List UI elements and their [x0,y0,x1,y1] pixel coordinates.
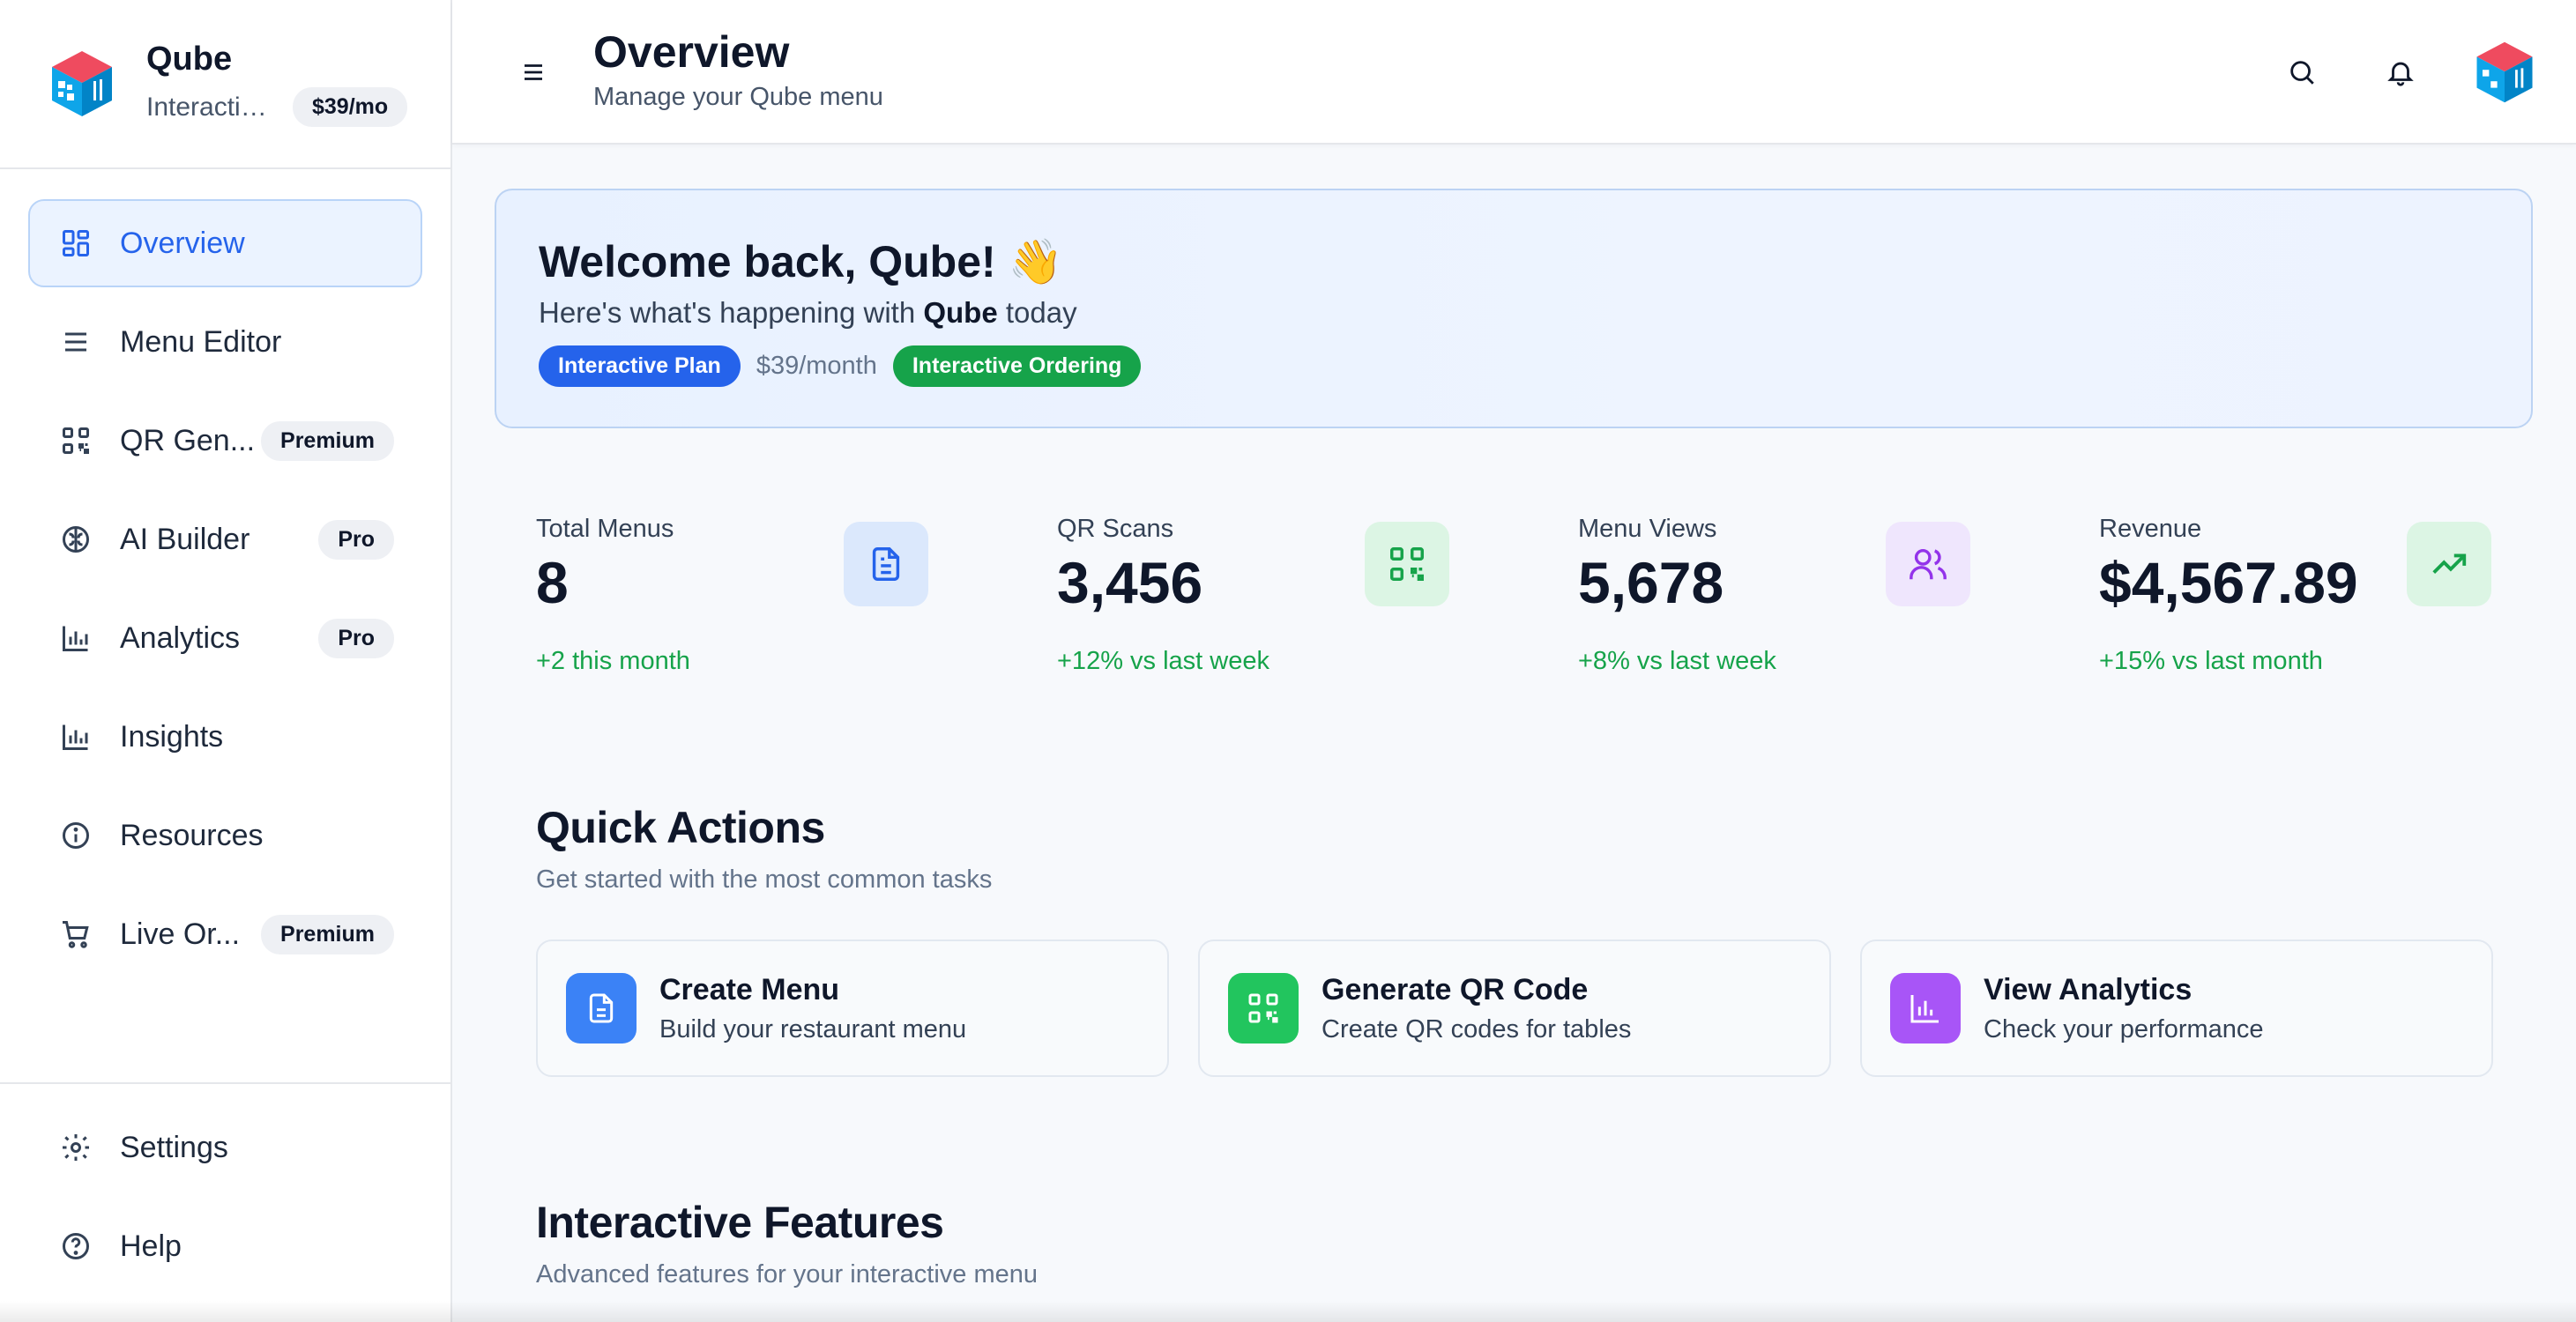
cart-icon [58,917,93,952]
bar-chart-icon [58,719,93,754]
welcome-banner: Welcome back, Qube! 👋 Here's what's happ… [495,189,2533,428]
stat-card-qr-scans: QR Scans 3,456 +12% vs last week [1057,515,1449,691]
plan-tags: Interactive Plan $39/month Interactive O… [539,345,1142,387]
interactive-features-title: Interactive Features [536,1198,944,1247]
interactive-features-subtitle: Advanced features for your interactive m… [536,1260,1039,1289]
sidebar-item-ai-builder[interactable]: AI Builder Pro [28,495,422,583]
sidebar-item-label: Menu Editor [120,324,282,359]
qr-code-icon [1365,522,1449,606]
page-title: Overview [593,27,790,77]
qr-code-icon [1228,973,1299,1043]
welcome-sub-prefix: Here's what's happening with [539,296,924,329]
stat-card-total-menus: Total Menus 8 +2 this month [536,515,928,691]
list-icon [58,324,93,360]
stat-card-menu-views: Menu Views 5,678 +8% vs last week [1578,515,1970,691]
sidebar-item-label: Live Or... [120,917,241,951]
qr-code-icon [58,423,93,458]
search-icon[interactable] [2281,51,2323,93]
document-icon [566,973,637,1043]
pro-badge: Pro [318,618,394,658]
main-content: Welcome back, Qube! 👋 Here's what's happ… [452,145,2576,1322]
brand-plan: Interactive Plan [146,92,279,122]
welcome-sub-name: Qube [923,296,998,329]
brain-icon [58,522,93,557]
top-header: Overview Manage your Qube menu [452,0,2576,145]
sidebar-item-resources[interactable]: Resources [28,791,422,880]
brand-header: Qube Interactive Plan $39/mo [0,0,450,169]
action-title: Create Menu [659,973,840,1006]
bell-icon[interactable] [2379,51,2422,93]
users-icon [1886,522,1970,606]
quick-actions-title: Quick Actions [536,803,825,852]
sidebar-item-label: Settings [120,1130,228,1164]
sidebar-nav: Overview Menu Editor QR Gen... Premium A… [0,169,450,978]
bar-chart-icon [58,620,93,656]
sidebar-item-label: Resources [120,818,264,852]
sidebar-item-label: QR Gen... [120,423,256,457]
sidebar: Qube Interactive Plan $39/mo Overview Me… [0,0,452,1322]
sidebar-item-menu-editor[interactable]: Menu Editor [28,298,422,386]
sidebar-item-analytics[interactable]: Analytics Pro [28,594,422,682]
sidebar-item-qr-generator[interactable]: QR Gen... Premium [28,397,422,485]
welcome-subtitle: Here's what's happening with Qube today [539,296,1077,330]
sidebar-item-label: AI Builder [120,522,250,556]
quick-actions-subtitle: Get started with the most common tasks [536,865,993,894]
sidebar-item-label: Insights [120,719,224,754]
help-circle-icon [58,1229,93,1264]
qube-logo-icon [52,51,112,116]
sidebar-item-label: Analytics [120,620,241,655]
sidebar-item-overview[interactable]: Overview [28,199,422,287]
window-bottom-shadow [0,1301,2576,1322]
sidebar-item-live-orders[interactable]: Live Or... Premium [28,890,422,978]
sidebar-item-label: Help [120,1229,182,1263]
action-subtitle: Build your restaurant menu [659,1015,967,1043]
dashboard-icon [58,226,93,261]
sidebar-bottom-nav: Settings Help [0,1082,450,1301]
brand-subline: Interactive Plan $39/mo [146,87,408,127]
hamburger-menu-icon[interactable] [514,53,553,92]
action-subtitle: Create QR codes for tables [1322,1015,1632,1043]
gear-icon [58,1130,93,1165]
document-icon [844,522,928,606]
bar-chart-icon [1890,973,1961,1043]
stat-change: +15% vs last month [2099,647,2323,675]
view-analytics-button[interactable]: View Analytics Check your performance [1860,940,2493,1077]
pro-badge: Pro [318,519,394,560]
stats-row: Total Menus 8 +2 this month QR Scans 3,4… [536,515,2537,691]
sidebar-item-insights[interactable]: Insights [28,693,422,781]
create-menu-button[interactable]: Create Menu Build your restaurant menu [536,940,1169,1077]
brand-text: Qube Interactive Plan $39/mo [146,41,408,127]
sidebar-item-label: Overview [120,226,245,260]
stat-change: +2 this month [536,647,690,675]
quick-actions: Create Menu Build your restaurant menu G… [536,940,2493,1077]
stat-card-revenue: Revenue $4,567.89 +15% vs last month [2099,515,2491,691]
sidebar-item-help[interactable]: Help [28,1202,422,1290]
sidebar-item-settings[interactable]: Settings [28,1103,422,1192]
stat-change: +12% vs last week [1057,647,1269,675]
page-subtitle: Manage your Qube menu [593,83,883,111]
stat-change: +8% vs last week [1578,647,1776,675]
action-subtitle: Check your performance [1984,1015,2264,1043]
welcome-sub-suffix: today [997,296,1077,329]
action-title: Generate QR Code [1322,973,1589,1006]
action-title: View Analytics [1984,973,2193,1006]
premium-badge: Premium [261,914,394,954]
info-icon [58,818,93,853]
generate-qr-code-button[interactable]: Generate QR Code Create QR codes for tab… [1198,940,1831,1077]
premium-badge: Premium [261,420,394,461]
trending-up-icon [2407,522,2491,606]
plan-tag: Interactive Plan [539,345,741,387]
welcome-title: Welcome back, Qube! 👋 [539,237,1063,286]
plan-price: $39/month [756,352,877,380]
price-badge: $39/mo [293,87,408,127]
avatar[interactable] [2471,39,2538,106]
brand-name: Qube [146,41,233,78]
feature-tag: Interactive Ordering [892,345,1142,387]
